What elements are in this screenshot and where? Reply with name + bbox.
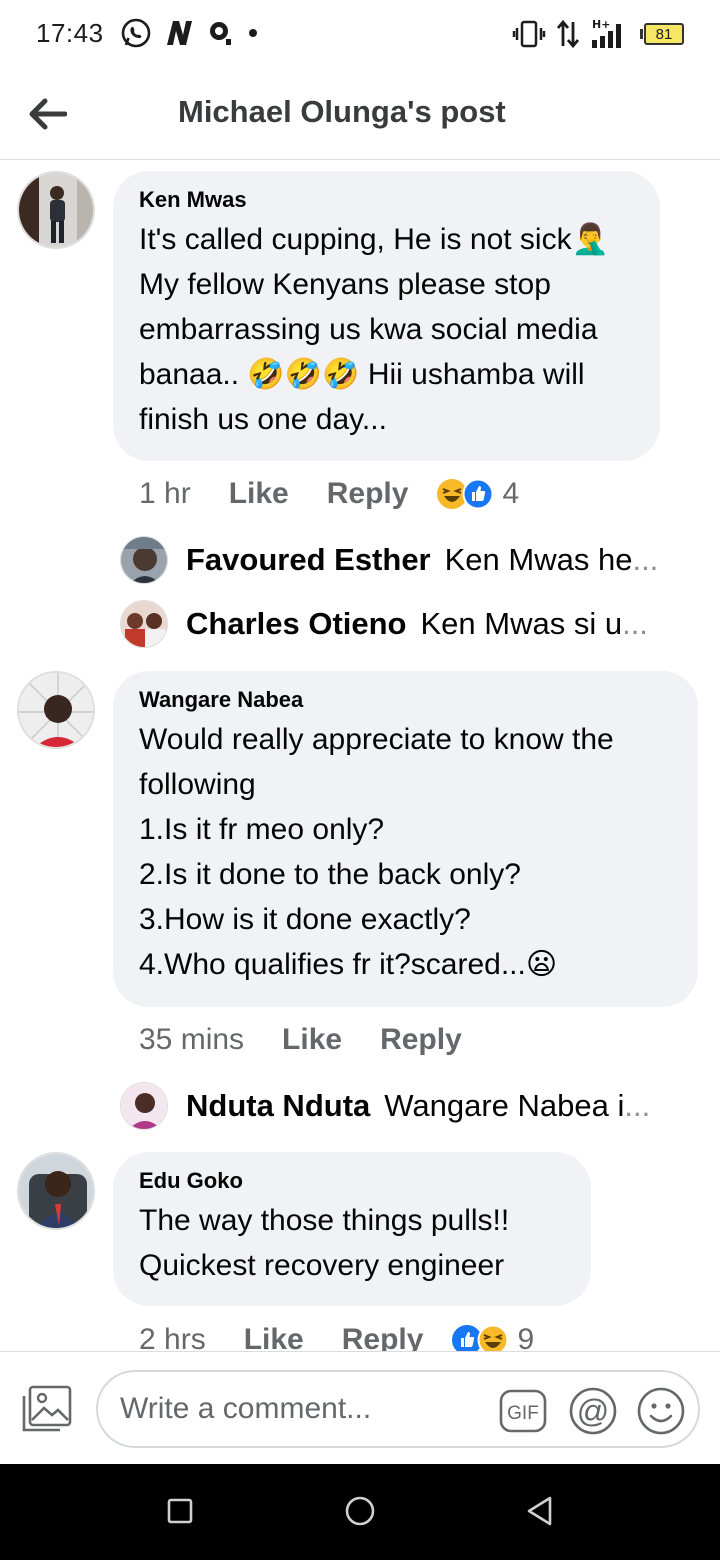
comment-actions: 2 hrs Like Reply 9 bbox=[139, 1323, 534, 1351]
reply-preview[interactable]: Nduta Nduta Wangare Nabea i ... bbox=[120, 1081, 680, 1131]
whatsapp-icon bbox=[121, 18, 150, 48]
recents-icon bbox=[167, 1498, 193, 1524]
photo-button[interactable] bbox=[20, 1384, 74, 1434]
haha-reaction-icon bbox=[477, 1324, 509, 1351]
reaction-count: 9 bbox=[517, 1323, 535, 1351]
reply-snippet: Wangare Nabea i bbox=[384, 1088, 625, 1123]
app-header: Michael Olunga's post bbox=[0, 66, 720, 160]
comment-bubble[interactable]: Ken Mwas It's called cupping, He is not … bbox=[113, 171, 660, 461]
reaction-count: 4 bbox=[502, 477, 520, 510]
vibrate-icon bbox=[512, 20, 546, 48]
reply-preview[interactable]: Charles Otieno Ken Mwas si u ... bbox=[120, 599, 680, 649]
avatar[interactable] bbox=[17, 171, 95, 249]
like-button[interactable]: Like bbox=[244, 1323, 304, 1351]
network-type-label: H+ bbox=[592, 18, 610, 31]
back-triangle-icon bbox=[527, 1496, 552, 1526]
reply-button[interactable]: Reply bbox=[342, 1323, 424, 1351]
comment-author[interactable]: Ken Mwas bbox=[139, 187, 634, 213]
emoji-button[interactable] bbox=[636, 1386, 686, 1436]
comment-time: 2 hrs bbox=[139, 1323, 206, 1351]
gif-label: GIF bbox=[507, 1403, 539, 1424]
back-nav-button[interactable] bbox=[515, 1486, 565, 1536]
comment-bubble[interactable]: Edu Goko The way those things pulls!! Qu… bbox=[113, 1152, 591, 1306]
comment-composer: Write a comment... GIF @ bbox=[0, 1351, 720, 1464]
photo-icon bbox=[22, 1385, 72, 1432]
comment-author[interactable]: Wangare Nabea bbox=[139, 687, 672, 713]
reply-preview[interactable]: Favoured Esther Ken Mwas he ... bbox=[120, 535, 680, 585]
like-button[interactable]: Like bbox=[282, 1023, 342, 1057]
comment-time: 1 hr bbox=[139, 477, 191, 510]
battery-level: 81 bbox=[655, 25, 673, 43]
comment-placeholder: Write a comment... bbox=[120, 1392, 372, 1425]
page-title: Michael Olunga's post bbox=[178, 94, 506, 129]
reply-button[interactable]: Reply bbox=[380, 1023, 462, 1057]
ellipsis: ... bbox=[632, 542, 659, 577]
notification-n-icon bbox=[166, 21, 192, 45]
system-nav-bar bbox=[0, 1464, 720, 1560]
comment-author[interactable]: Edu Goko bbox=[139, 1168, 565, 1194]
avatar[interactable] bbox=[17, 671, 95, 749]
home-icon bbox=[345, 1496, 375, 1526]
mention-button[interactable]: @ bbox=[568, 1386, 618, 1436]
comment-actions: 1 hr Like Reply 4 bbox=[139, 477, 519, 511]
home-button[interactable] bbox=[335, 1486, 385, 1536]
recents-button[interactable] bbox=[155, 1486, 205, 1536]
ellipsis: ... bbox=[622, 606, 648, 641]
reply-author: Favoured Esther bbox=[186, 542, 431, 577]
reply-author: Nduta Nduta bbox=[186, 1088, 371, 1123]
avatar bbox=[120, 1082, 168, 1130]
gif-icon: GIF bbox=[499, 1389, 547, 1433]
more-dot-icon bbox=[248, 29, 257, 37]
avatar bbox=[120, 600, 168, 648]
status-bar: 17:43 H+ 81 bbox=[0, 0, 720, 66]
comment-actions: 35 mins Like Reply bbox=[139, 1023, 500, 1057]
reply-button[interactable]: Reply bbox=[327, 477, 409, 511]
reply-snippet: Ken Mwas he bbox=[444, 542, 633, 577]
like-button[interactable]: Like bbox=[229, 477, 289, 511]
comment-input[interactable]: Write a comment... GIF @ bbox=[96, 1370, 700, 1448]
at-icon: @ bbox=[569, 1387, 617, 1435]
comment-time: 35 mins bbox=[139, 1023, 245, 1056]
avatar[interactable] bbox=[17, 1152, 95, 1230]
reaction-summary[interactable]: 4 bbox=[436, 477, 519, 511]
comment-bubble[interactable]: Wangare Nabea Would really appreciate to… bbox=[113, 671, 698, 1007]
battery-icon: 81 bbox=[640, 23, 684, 45]
reaction-summary[interactable]: 9 bbox=[451, 1323, 534, 1351]
signal-icon: H+ bbox=[592, 18, 621, 48]
notification-o-icon bbox=[209, 22, 231, 45]
at-label: @ bbox=[577, 1393, 609, 1429]
comment-text: The way those things pulls!! Quickest re… bbox=[139, 1204, 510, 1282]
gif-button[interactable]: GIF bbox=[498, 1386, 548, 1436]
back-button[interactable] bbox=[26, 92, 70, 136]
avatar bbox=[120, 536, 168, 584]
back-arrow-icon bbox=[29, 98, 67, 130]
comment-list: Ken Mwas It's called cupping, He is not … bbox=[0, 161, 720, 1351]
like-reaction-icon bbox=[462, 478, 494, 510]
reply-snippet: Ken Mwas si u bbox=[420, 606, 623, 641]
smiley-icon bbox=[637, 1387, 685, 1435]
comment-text: Would really appreciate to know the foll… bbox=[139, 723, 614, 981]
comment-text: It's called cupping, He is not sick🤦‍♂️ … bbox=[139, 223, 618, 436]
data-transfer-icon bbox=[556, 19, 580, 49]
status-time: 17:43 bbox=[36, 17, 104, 48]
reply-author: Charles Otieno bbox=[186, 606, 407, 641]
ellipsis: ... bbox=[624, 1088, 651, 1123]
